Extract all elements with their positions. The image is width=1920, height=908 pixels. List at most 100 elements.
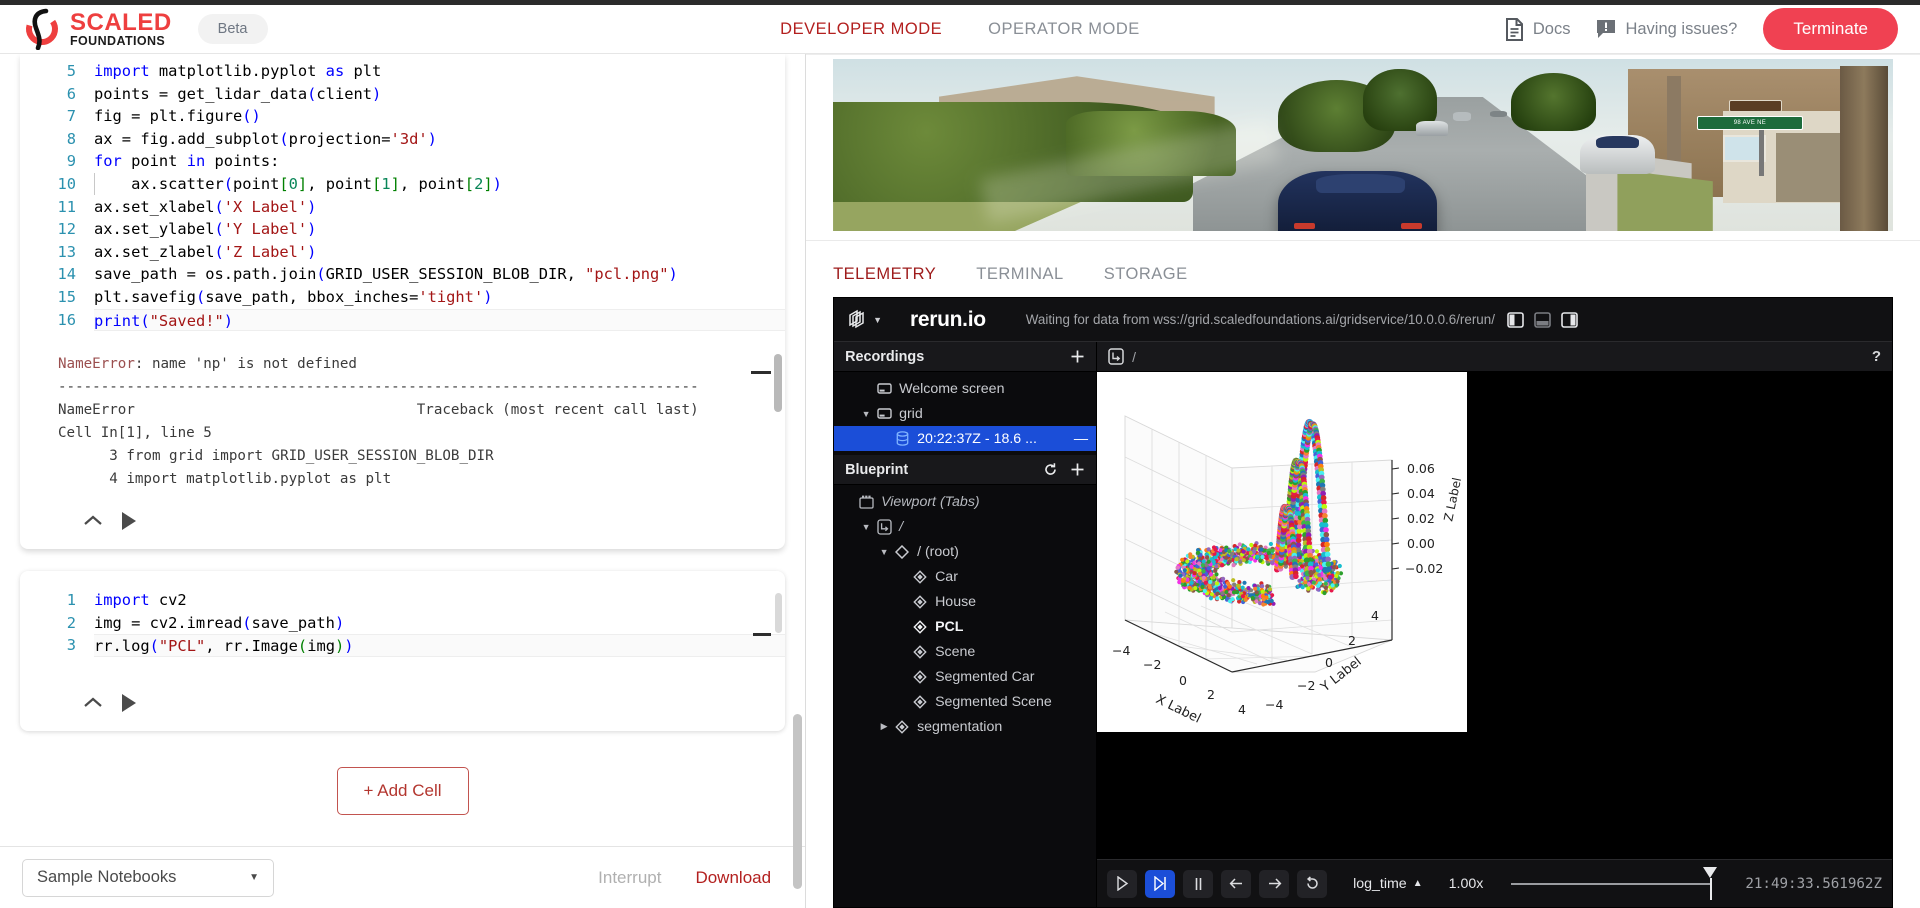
tree-twisty[interactable]: ▶ bbox=[876, 721, 892, 732]
panel-right-icon[interactable] bbox=[1561, 311, 1578, 328]
tab-storage[interactable]: STORAGE bbox=[1104, 265, 1188, 284]
reset-icon[interactable] bbox=[1043, 462, 1058, 477]
chevron-up-icon[interactable] bbox=[82, 696, 104, 710]
chevron-down-icon[interactable]: ▼ bbox=[880, 547, 889, 557]
code-token: ( bbox=[214, 220, 224, 239]
play-icon[interactable] bbox=[120, 693, 138, 713]
cell-vertical-scrollbar[interactable] bbox=[775, 593, 783, 634]
having-issues-link[interactable]: Having issues? bbox=[1596, 19, 1737, 39]
timeline-slider[interactable] bbox=[1511, 866, 1718, 900]
interrupt-button[interactable]: Interrupt bbox=[598, 868, 661, 888]
output-line: Cell In[1], line 5 bbox=[58, 425, 212, 442]
tab-operator-mode[interactable]: OPERATOR MODE bbox=[988, 20, 1140, 39]
code-token: ( bbox=[223, 174, 234, 193]
line-number: 8 bbox=[66, 129, 76, 148]
plus-icon[interactable] bbox=[1070, 462, 1085, 477]
notebook-page-scrollbar[interactable] bbox=[793, 714, 803, 889]
chevron-down-icon[interactable]: ▼ bbox=[862, 409, 871, 419]
cell-horizontal-scrollbar[interactable] bbox=[753, 633, 772, 637]
tree-item-[interactable]: ▼ / bbox=[834, 514, 1096, 539]
tree-item-house[interactable]: House bbox=[834, 589, 1096, 614]
tree-item-segmentation[interactable]: ▶ segmentation bbox=[834, 714, 1096, 739]
tree-item-welcome-screen[interactable]: Welcome screen bbox=[834, 376, 1096, 401]
step-forward-button[interactable] bbox=[1259, 869, 1290, 898]
tree-twisty[interactable]: ▼ bbox=[858, 522, 874, 532]
tree-item-label: Car bbox=[935, 568, 958, 585]
terminate-button[interactable]: Terminate bbox=[1763, 8, 1898, 50]
timeline-selector[interactable]: log_time ▲ bbox=[1353, 876, 1423, 892]
tree-item-trailing[interactable]: — bbox=[1074, 431, 1088, 447]
code-line-text: plt.savefig(save_path, bbox_inches='tigh… bbox=[94, 286, 785, 309]
notebook-footer: Sample Notebooks ▼ Interrupt Download bbox=[0, 846, 806, 908]
tree-item-20-22-37z-18-6[interactable]: 20:22:37Z - 18.6 ... — bbox=[834, 426, 1097, 451]
tree-item-segmented-car[interactable]: Segmented Car bbox=[834, 664, 1096, 689]
tree-item-car[interactable]: Car bbox=[834, 564, 1096, 589]
timeline-playhead[interactable] bbox=[1703, 866, 1718, 878]
notebook-scroll-area[interactable]: 5 import matplotlib.pyplot as plt 6 points … bbox=[0, 54, 805, 846]
blueprint-section-header: Blueprint bbox=[834, 455, 1097, 485]
code-token: 'X Label' bbox=[223, 197, 308, 216]
help-icon[interactable]: ? bbox=[1872, 348, 1881, 365]
notebook-cell[interactable]: 5 import matplotlib.pyplot as plt 6 points … bbox=[20, 54, 786, 550]
follow-button[interactable] bbox=[1145, 869, 1176, 898]
tab-telemetry[interactable]: TELEMETRY bbox=[833, 265, 936, 284]
rerun-panel-toggles bbox=[1507, 311, 1578, 328]
tree-twisty[interactable]: ▼ bbox=[858, 409, 874, 419]
code-editor[interactable]: 1 import cv2 2 img = cv2.imread(save_path) 3… bbox=[20, 571, 786, 661]
playback-rate[interactable]: 1.00x bbox=[1449, 876, 1484, 892]
sample-notebooks-select[interactable]: Sample Notebooks ▼ bbox=[22, 858, 274, 897]
code-editor[interactable]: 5 import matplotlib.pyplot as plt 6 points … bbox=[20, 54, 786, 335]
code-token: ) bbox=[307, 242, 317, 261]
blueprint-tree[interactable]: Viewport (Tabs) ▼ / ▼ / (root) Car House PCL Sce… bbox=[834, 485, 1096, 743]
line-number: 16 bbox=[57, 310, 76, 329]
rerun-sidebar: Recordings Welcome screen ▼ grid 20:22:37Z … bbox=[834, 342, 1098, 907]
tree-item-grid[interactable]: ▼ grid bbox=[834, 401, 1096, 426]
code-token: "pcl.png" bbox=[585, 265, 669, 284]
code-token: fig = plt.figure bbox=[94, 107, 243, 126]
tab-developer-mode[interactable]: DEVELOPER MODE bbox=[780, 20, 942, 39]
download-button[interactable]: Download bbox=[695, 868, 771, 888]
code-token: ax.set_ylabel bbox=[94, 220, 215, 239]
rerun-menu-button[interactable]: ▼ bbox=[846, 309, 882, 331]
code-line-text: fig = plt.figure() bbox=[94, 105, 785, 128]
tree-item-label: segmentation bbox=[917, 718, 1003, 735]
rerun-viewport[interactable]: −0.02 0.00 0.02 0.04 0.06 Z Label −4 −2 … bbox=[1097, 372, 1892, 859]
tree-twisty[interactable]: ▼ bbox=[876, 547, 892, 557]
cell-vertical-scrollbar[interactable] bbox=[774, 354, 783, 412]
pause-button[interactable] bbox=[1183, 869, 1214, 898]
sample-notebooks-label: Sample Notebooks bbox=[37, 868, 177, 886]
camera-feed-wrap: 98 AVE NE bbox=[806, 54, 1920, 232]
tree-item-scene[interactable]: Scene bbox=[834, 639, 1096, 664]
panel-bottom-icon[interactable] bbox=[1534, 311, 1551, 328]
tree-item-pcl[interactable]: PCL bbox=[834, 614, 1096, 639]
tree-item-root[interactable]: ▼ / (root) bbox=[834, 539, 1096, 564]
step-back-button[interactable] bbox=[1221, 869, 1252, 898]
recordings-tree[interactable]: Welcome screen ▼ grid 20:22:37Z - 18.6 ... — bbox=[834, 372, 1097, 455]
tab-terminal[interactable]: TERMINAL bbox=[976, 265, 1063, 284]
code-line-text: points = get_lidar_data(client) bbox=[94, 83, 785, 106]
cell-horizontal-scrollbar[interactable] bbox=[751, 371, 772, 374]
chevron-down-icon[interactable]: ▼ bbox=[862, 522, 871, 532]
code-token: ( bbox=[195, 287, 206, 306]
code-token: import bbox=[94, 62, 150, 80]
docs-link[interactable]: Docs bbox=[1505, 17, 1570, 41]
chevron-up-icon[interactable] bbox=[82, 514, 104, 528]
tree-item-segmented-scene[interactable]: Segmented Scene bbox=[834, 689, 1096, 714]
code-token: GRID_USER_SESSION_BLOB_DIR, bbox=[325, 265, 586, 284]
scene-street-sign: 98 AVE NE bbox=[1696, 115, 1803, 130]
output-line: NameError: name 'np' is not defined bbox=[58, 353, 785, 376]
add-cell-button[interactable]: + Add Cell bbox=[336, 766, 469, 815]
code-line-text: ax = fig.add_subplot(projection='3d') bbox=[94, 128, 785, 151]
chevron-right-icon[interactable]: ▶ bbox=[881, 721, 888, 732]
plus-icon[interactable] bbox=[1070, 349, 1085, 364]
loop-button[interactable] bbox=[1297, 869, 1328, 898]
code-line-text: import cv2 bbox=[94, 589, 785, 612]
play-icon[interactable] bbox=[120, 511, 138, 531]
play-button[interactable] bbox=[1107, 869, 1138, 898]
tree-item-viewport-tabs[interactable]: Viewport (Tabs) bbox=[834, 489, 1096, 514]
panel-left-icon[interactable] bbox=[1507, 311, 1524, 328]
brand-logo[interactable]: SCALED FOUNDATIONS bbox=[22, 8, 172, 50]
code-token: 0 bbox=[288, 174, 298, 193]
code-token: save_path = os.path.join bbox=[94, 265, 317, 284]
notebook-cell[interactable]: 1 import cv2 2 img = cv2.imread(save_path) 3… bbox=[20, 571, 786, 731]
